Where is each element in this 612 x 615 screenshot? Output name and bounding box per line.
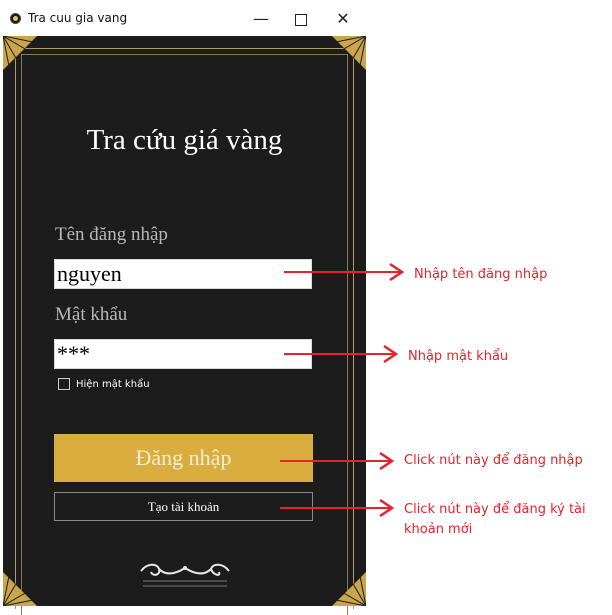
- corner-ornament-icon: [332, 36, 366, 70]
- close-button[interactable]: ✕: [326, 8, 360, 30]
- password-label: Mật khẩu: [55, 304, 128, 325]
- corner-ornament-icon: [332, 572, 366, 606]
- corner-ornament-icon: [3, 572, 37, 606]
- app-icon: [10, 13, 21, 24]
- arrow-right-icon: [284, 262, 405, 282]
- window-title: Tra cuu gia vang: [28, 11, 128, 25]
- arrow-right-icon: [284, 344, 399, 364]
- password-hint: Nhập mật khẩu: [408, 349, 509, 364]
- register-hint: Click nút này để đăng ký tài khoản mới: [404, 502, 586, 537]
- register-button[interactable]: Tạo tài khoản: [54, 492, 313, 521]
- login-panel: Tra cứu giá vàng Tên đăng nhập Mật khẩu …: [3, 36, 366, 615]
- username-field[interactable]: [54, 259, 312, 289]
- login-hint: Click nút này để đăng nhập: [404, 453, 583, 468]
- username-label: Tên đăng nhập: [55, 224, 168, 245]
- show-password-label: Hiện mật khẩu: [76, 378, 150, 390]
- page-title: Tra cứu giá vàng: [86, 124, 283, 156]
- show-password-toggle[interactable]: Hiện mật khẩu: [58, 377, 150, 391]
- login-button[interactable]: Đăng nhập: [54, 434, 313, 482]
- maximize-button[interactable]: [284, 8, 318, 30]
- flourish-ornament-icon: [140, 563, 230, 587]
- password-field[interactable]: [54, 339, 312, 369]
- arrow-right-icon: [280, 498, 395, 518]
- arrow-right-icon: [280, 451, 395, 471]
- show-password-checkbox[interactable]: [58, 378, 70, 390]
- maximize-icon: [295, 13, 307, 26]
- window-titlebar: Tra cuu gia vang — ✕: [0, 0, 366, 38]
- corner-ornament-icon: [3, 36, 37, 70]
- minimize-button[interactable]: —: [244, 8, 278, 30]
- username-hint: Nhập tên đăng nhập: [414, 267, 548, 282]
